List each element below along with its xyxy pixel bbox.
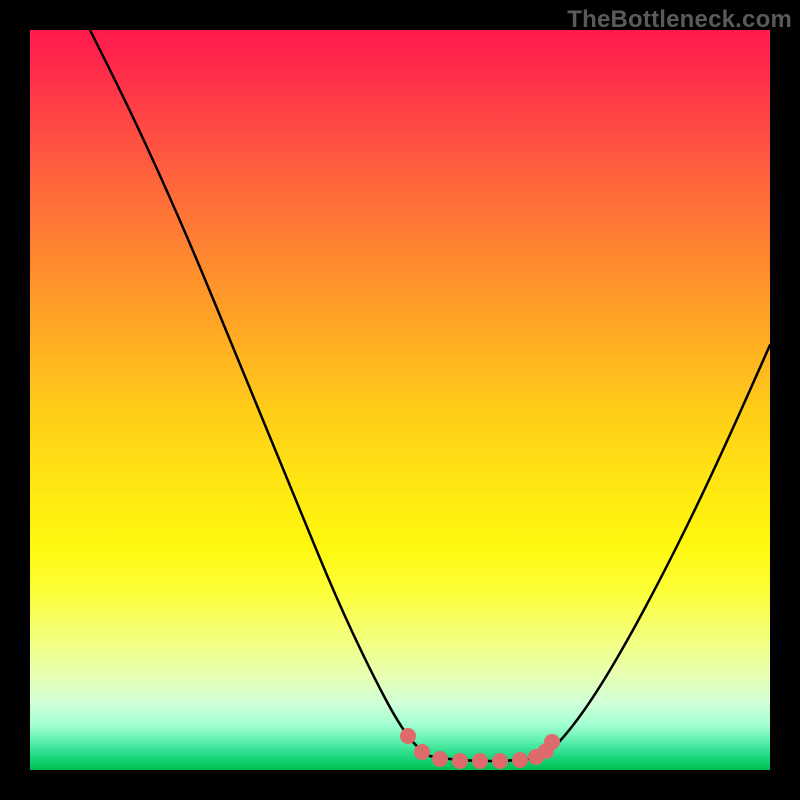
data-point — [538, 743, 554, 759]
data-point — [512, 752, 528, 768]
data-point — [400, 728, 416, 744]
data-point — [544, 734, 560, 750]
chart-plot-area — [30, 30, 770, 770]
bottleneck-curve — [90, 30, 770, 761]
chart-svg — [30, 30, 770, 770]
data-point — [528, 749, 544, 765]
watermark-text: TheBottleneck.com — [567, 6, 792, 34]
data-point — [414, 744, 430, 760]
data-point — [472, 753, 488, 769]
chart-markers — [400, 728, 560, 769]
data-point — [492, 753, 508, 769]
data-point — [432, 751, 448, 767]
chart-lines — [90, 30, 770, 761]
data-point — [452, 753, 468, 769]
